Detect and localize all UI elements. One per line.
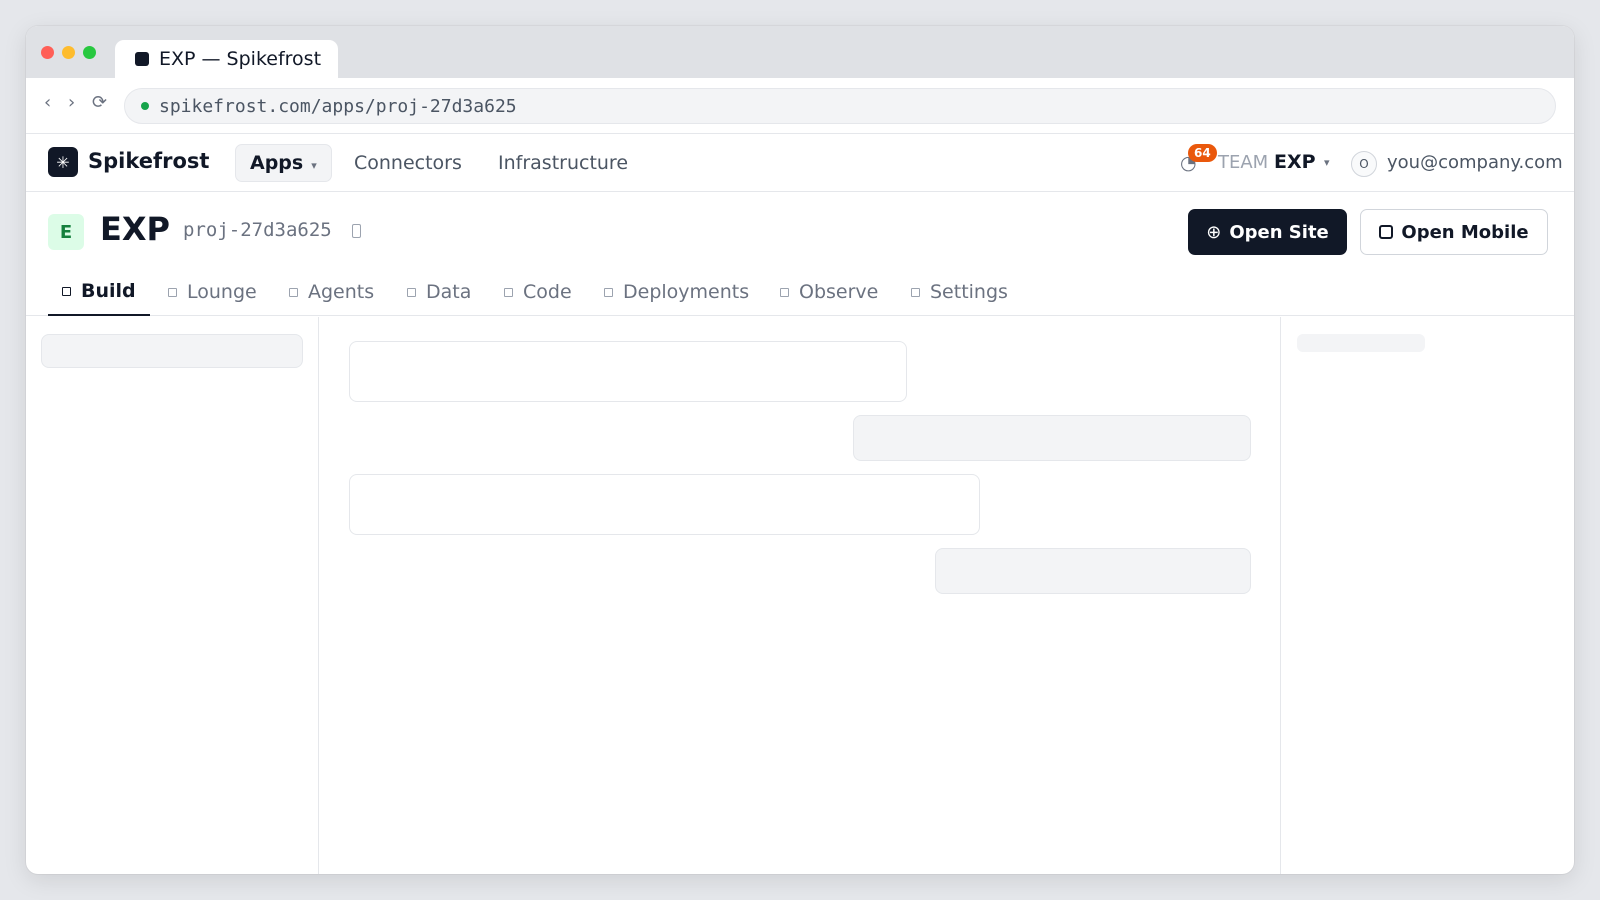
tab-build[interactable]: Build: [48, 268, 150, 316]
square-icon: [168, 287, 177, 297]
tab-agents[interactable]: Agents: [275, 268, 388, 316]
open-site-button[interactable]: ⊕ Open Site: [1188, 209, 1347, 255]
globe-icon: ⊕: [1206, 221, 1222, 243]
nav-apps-label: Apps: [250, 152, 304, 174]
square-icon: [780, 287, 789, 297]
message-skeleton: [349, 474, 980, 535]
tab-label: Data: [426, 281, 472, 303]
team-chevron-down-icon[interactable]: ▾: [1324, 156, 1330, 169]
project-id: proj-27d3a625: [183, 219, 332, 241]
chevron-down-icon: ▾: [311, 158, 317, 172]
tab-data[interactable]: Data: [393, 268, 485, 316]
maximize-window-button[interactable]: [83, 46, 96, 59]
tab-lounge[interactable]: Lounge: [154, 268, 271, 316]
back-icon[interactable]: ‹: [44, 92, 51, 113]
project-badge: E: [48, 214, 84, 250]
message-skeleton: [935, 548, 1251, 594]
browser-tab[interactable]: EXP — Spikefrost: [115, 40, 338, 78]
address-bar: ‹ › ⟳ spikefrost.com/apps/proj-27d3a625: [26, 78, 1574, 134]
tab-label: Deployments: [623, 281, 750, 303]
sidebar-skeleton: [41, 334, 303, 368]
tab-label: Build: [81, 280, 136, 302]
url-field[interactable]: spikefrost.com/apps/proj-27d3a625: [124, 88, 1556, 124]
secure-indicator-icon: [141, 102, 149, 110]
nav-infrastructure[interactable]: Infrastructure: [498, 144, 628, 182]
open-mobile-label: Open Mobile: [1401, 221, 1529, 243]
favicon-icon: [135, 52, 149, 66]
nav-infrastructure-label: Infrastructure: [498, 152, 629, 174]
team-switcher[interactable]: EXP: [1274, 151, 1316, 173]
app-header: ✳ Spikefrost Apps ▾ Connectors Infrastru…: [26, 134, 1574, 192]
right-panel: [1280, 317, 1574, 874]
tab-settings[interactable]: Settings: [897, 268, 1022, 316]
open-site-label: Open Site: [1229, 221, 1329, 243]
copy-icon[interactable]: [352, 224, 361, 238]
tab-label: Settings: [930, 281, 1008, 303]
tab-label: Lounge: [187, 281, 257, 303]
tab-observe[interactable]: Observe: [766, 268, 892, 316]
reload-icon[interactable]: ⟳: [92, 92, 107, 113]
spikefrost-logo-icon[interactable]: ✳: [48, 147, 78, 177]
brand-name[interactable]: Spikefrost: [88, 149, 209, 173]
user-email[interactable]: you@company.com: [1387, 152, 1563, 173]
nav-apps[interactable]: Apps ▾: [235, 144, 332, 182]
message-skeleton: [853, 415, 1251, 461]
browser-tab-title: EXP — Spikefrost: [159, 48, 322, 70]
tab-label: Agents: [308, 281, 375, 303]
notification-badge: 64: [1188, 144, 1217, 162]
mobile-icon: [1379, 225, 1394, 239]
team-label: TEAM: [1218, 152, 1269, 173]
open-mobile-button[interactable]: Open Mobile: [1360, 209, 1548, 255]
project-tabs: Build Lounge Agents Data Code Deployment…: [26, 268, 1574, 316]
square-icon: [911, 287, 920, 297]
tab-deployments[interactable]: Deployments: [590, 268, 763, 316]
square-icon: [407, 287, 416, 297]
minimize-window-button[interactable]: [62, 46, 75, 59]
square-icon: [62, 286, 71, 296]
square-icon: [504, 287, 513, 297]
tab-label: Observe: [799, 281, 879, 303]
page-title: EXP: [100, 210, 170, 248]
nav-connectors[interactable]: Connectors: [354, 144, 462, 182]
close-window-button[interactable]: [41, 46, 54, 59]
square-icon: [289, 287, 298, 297]
square-icon: [604, 287, 613, 297]
url-text: spikefrost.com/apps/proj-27d3a625: [159, 95, 517, 117]
avatar[interactable]: O: [1351, 151, 1377, 177]
forward-icon[interactable]: ›: [68, 92, 75, 113]
panel-skeleton: [1297, 334, 1425, 352]
left-sidebar: [26, 317, 319, 874]
nav-connectors-label: Connectors: [354, 152, 462, 174]
browser-titlebar: EXP — Spikefrost: [26, 26, 1574, 78]
tab-code[interactable]: Code: [490, 268, 586, 316]
browser-window: EXP — Spikefrost ‹ › ⟳ spikefrost.com/ap…: [26, 26, 1574, 874]
tab-label: Code: [523, 281, 572, 303]
message-skeleton: [349, 341, 907, 402]
